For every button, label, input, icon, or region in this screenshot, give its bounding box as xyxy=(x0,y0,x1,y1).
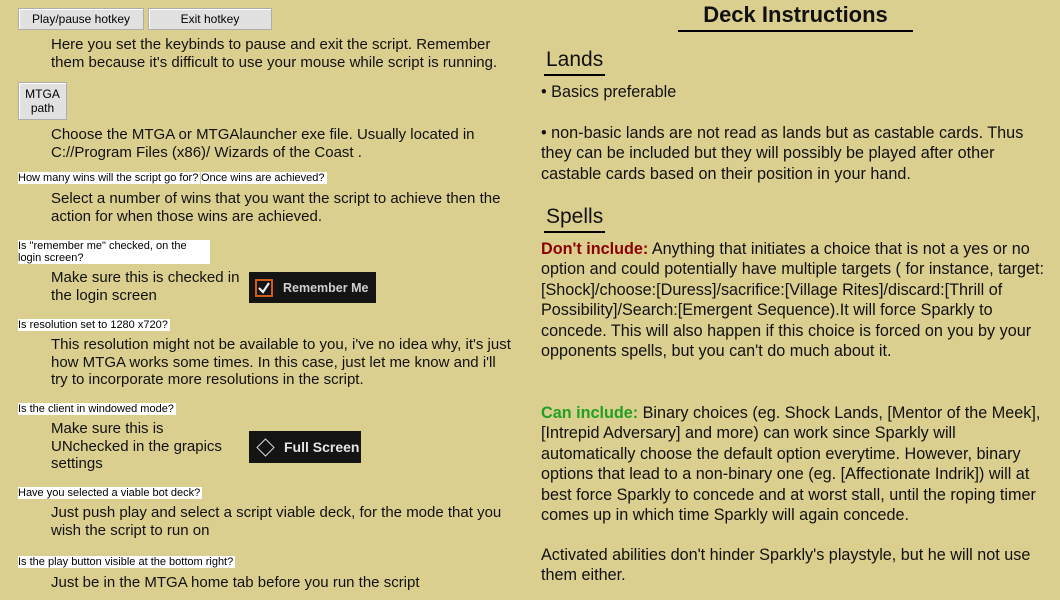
mtga-path-button-line2: path xyxy=(30,101,55,115)
checkbox-checked-icon xyxy=(255,278,273,297)
deck-description: Just push play and select a script viabl… xyxy=(51,504,502,539)
play-button-question-label: Is the play button visible at the bottom… xyxy=(18,556,236,568)
remember-me-label: Remember Me xyxy=(283,280,369,295)
dont-include-label: Don't include: xyxy=(541,240,649,258)
activated-abilities-note: Activated abilities don't hinder Sparkly… xyxy=(541,546,1031,585)
deck-question-label: Have you selected a viable bot deck? xyxy=(18,487,203,499)
remember-me-description: Make sure this is checked in the login s… xyxy=(51,269,240,304)
resolution-description: This resolution might not be available t… xyxy=(51,336,511,388)
wins-description: Select a number of wins that you want th… xyxy=(51,190,501,225)
windowed-mode-description: Make sure this is UNchecked in the grapi… xyxy=(51,420,222,472)
lands-bullet-basics: • Basics preferable xyxy=(541,83,677,101)
mtga-path-description: Choose the MTGA or MTGAlauncher exe file… xyxy=(51,126,475,161)
remember-me-image: Remember Me xyxy=(249,272,376,303)
full-screen-image: Full Screen xyxy=(249,431,361,463)
spells-heading: Spells xyxy=(544,205,606,233)
lands-heading: Lands xyxy=(544,48,606,76)
mtga-path-button-line1: MTGA xyxy=(25,87,60,101)
full-screen-label: Full Screen xyxy=(284,439,360,455)
deck-instructions-title: Deck Instructions xyxy=(678,2,913,32)
can-include-label: Can include: xyxy=(541,404,639,422)
play-pause-hotkey-button[interactable]: Play/pause hotkey xyxy=(18,8,144,30)
wins-achieved-question-label: Once wins are achieved? xyxy=(201,172,327,184)
diamond-icon xyxy=(256,437,275,457)
dont-include-text: Anything that initiates a choice that is… xyxy=(541,240,1045,361)
remember-me-question-label: Is "remember me" checked, on the login s… xyxy=(18,240,210,264)
can-include-paragraph: Can include: Binary choices (eg. Shock L… xyxy=(541,403,1051,525)
play-button-description: Just be in the MTGA home tab before you … xyxy=(51,574,420,591)
hotkey-description: Here you set the keybinds to pause and e… xyxy=(51,36,498,71)
mtga-path-button[interactable]: MTGA path xyxy=(18,82,67,120)
exit-hotkey-button[interactable]: Exit hotkey xyxy=(148,8,272,30)
resolution-question-label: Is resolution set to 1280 x720? xyxy=(18,319,170,331)
can-include-text: Binary choices (eg. Shock Lands, [Mentor… xyxy=(541,404,1041,525)
lands-bullet-nonbasic: • non-basic lands are not read as lands … xyxy=(541,124,1024,183)
windowed-mode-question-label: Is the client in windowed mode? xyxy=(18,403,176,415)
dont-include-paragraph: Don't include: Anything that initiates a… xyxy=(541,239,1051,361)
wins-question-label: How many wins will the script go for? xyxy=(18,172,201,184)
